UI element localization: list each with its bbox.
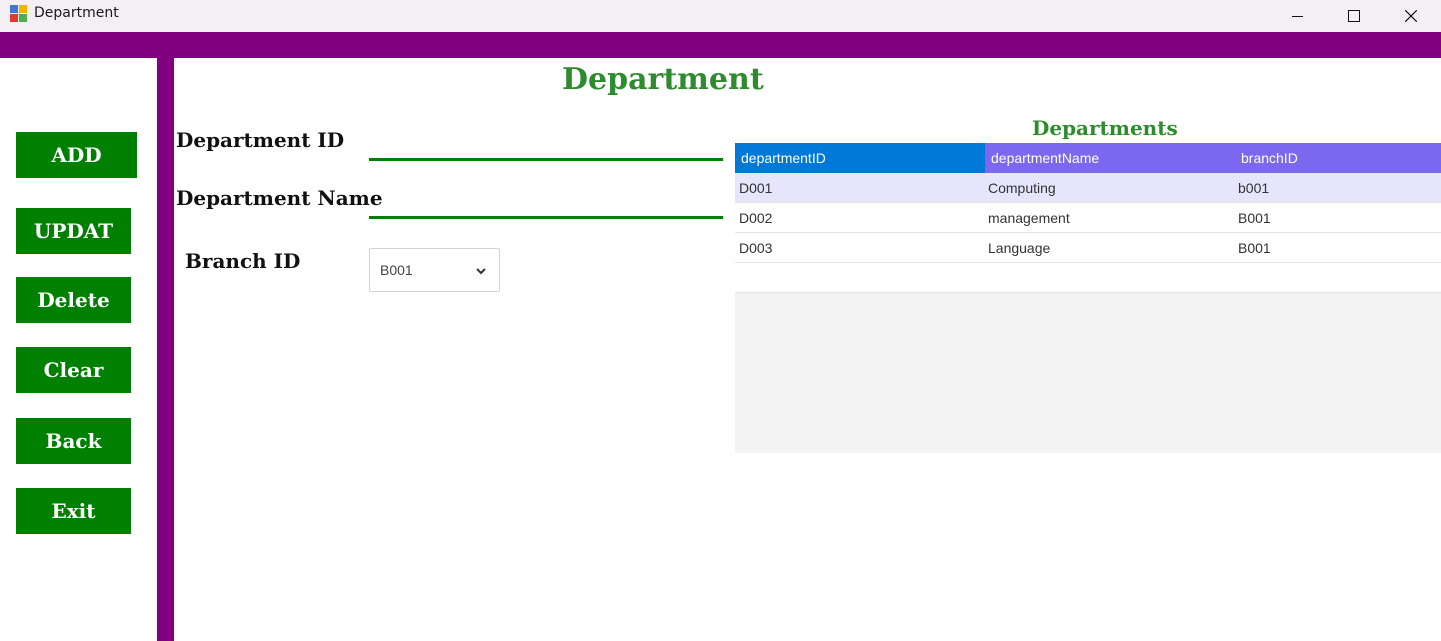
close-button[interactable] [1388,0,1434,32]
table-cell: management [988,210,1070,226]
column-header[interactable]: departmentID [735,143,985,173]
table-cell: Language [988,240,1051,256]
table-cell: D001 [739,180,773,196]
back-button[interactable]: Back [16,418,131,464]
delete-button[interactable]: Delete [16,277,131,323]
grid-title: Departments [1032,116,1178,140]
branch-id-label: Branch ID [185,249,301,273]
sidebar-divider [157,58,174,641]
table-cell: b001 [1238,180,1270,196]
table-cell: B001 [1238,210,1271,226]
maximize-button[interactable] [1331,0,1377,32]
update-button[interactable]: UPDAT [16,208,131,254]
new-row[interactable] [735,263,1441,293]
minimize-button[interactable] [1274,0,1320,32]
window-title: Department [34,5,119,21]
header-bar [0,32,1441,58]
table-row[interactable]: D003 Language B001 [735,233,1441,263]
table-cell: D002 [739,210,773,226]
minimize-icon [1291,15,1303,17]
grid-rows: D001 Computing b001 D002 management B001… [735,173,1441,263]
column-header[interactable]: branchID [1235,143,1441,173]
branch-id-selected: B001 [380,262,413,278]
app-icon [10,5,28,23]
add-button[interactable]: ADD [16,132,137,178]
departments-grid[interactable]: departmentID departmentName branchID D00… [735,143,1441,453]
table-row[interactable]: D001 Computing b001 [735,173,1441,203]
table-cell: Computing [988,180,1056,196]
window-title-bar: Department [0,0,1441,32]
department-id-input[interactable] [369,136,723,161]
grid-header: departmentID departmentName branchID [735,143,1441,173]
close-icon [1405,10,1417,22]
column-header[interactable]: departmentName [985,143,1235,173]
page-title: Department [562,62,764,97]
branch-id-dropdown[interactable]: B001 [369,248,500,292]
clear-button[interactable]: Clear [16,347,131,393]
table-cell: D003 [739,240,773,256]
exit-button[interactable]: Exit [16,488,131,534]
chevron-down-icon [476,268,486,275]
department-name-input[interactable] [369,194,723,219]
maximize-icon [1348,10,1360,22]
table-cell: B001 [1238,240,1271,256]
table-row[interactable]: D002 management B001 [735,203,1441,233]
department-id-label: Department ID [176,128,345,152]
department-name-label: Department Name [176,186,383,210]
